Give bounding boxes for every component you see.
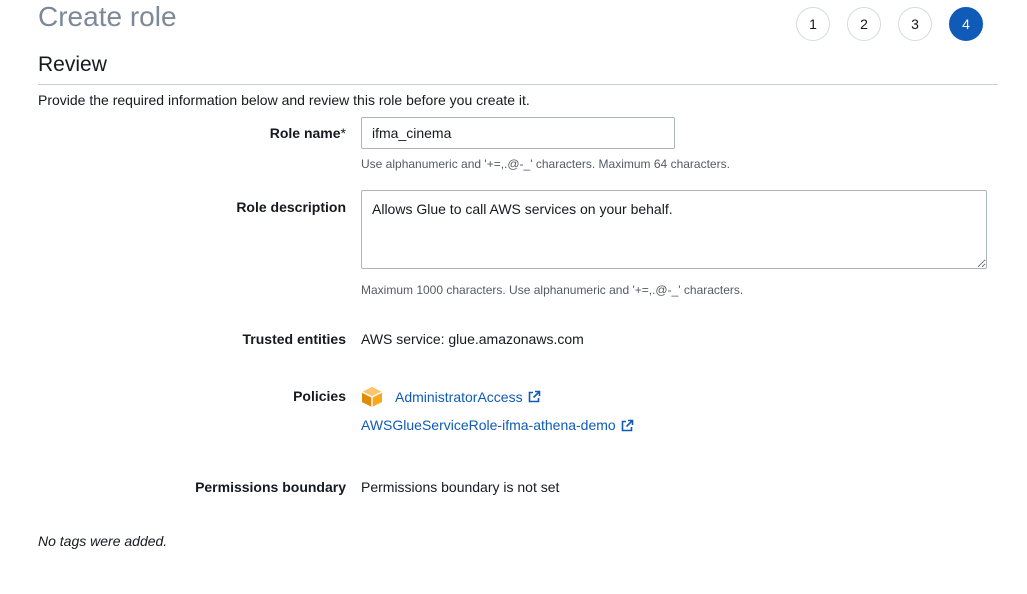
- role-name-hint: Use alphanumeric and '+=,.@-_' character…: [361, 157, 730, 171]
- role-description-hint: Maximum 1000 characters. Use alphanumeri…: [361, 283, 744, 297]
- section-divider: [38, 84, 998, 85]
- role-name-label: Role name*: [270, 125, 346, 142]
- required-mark: *: [340, 125, 346, 141]
- external-link-icon: [527, 390, 541, 404]
- role-description-label: Role description: [236, 199, 346, 215]
- step-2[interactable]: 2: [847, 7, 881, 41]
- section-intro: Provide the required information below a…: [38, 92, 530, 108]
- role-name-input[interactable]: [361, 117, 675, 149]
- role-name-label-text: Role name: [269, 125, 341, 141]
- glue-service-role-link-text: AWSGlueServiceRole-ifma-athena-demo: [361, 417, 616, 433]
- step-1[interactable]: 1: [796, 7, 830, 41]
- trusted-entities-value: AWS service: glue.amazonaws.com: [361, 331, 584, 347]
- aws-managed-policy-icon: [361, 386, 383, 408]
- policy-item-glue-service-role: AWSGlueServiceRole-ifma-athena-demo: [361, 417, 634, 434]
- role-description-textarea[interactable]: Allows Glue to call AWS services on your…: [361, 190, 987, 269]
- page-title: Create role: [38, 1, 177, 32]
- external-link-icon: [620, 419, 634, 433]
- trusted-entities-label: Trusted entities: [242, 331, 346, 347]
- step-3[interactable]: 3: [898, 7, 932, 41]
- permissions-boundary-label: Permissions boundary: [195, 479, 346, 495]
- administrator-access-link-text: AdministratorAccess: [395, 388, 523, 405]
- section-title: Review: [38, 53, 107, 76]
- create-role-review-page: Create role 1 2 3 4 Review Provide the r…: [0, 0, 1027, 594]
- administrator-access-link[interactable]: AdministratorAccess: [395, 389, 541, 406]
- no-tags-message: No tags were added.: [38, 533, 168, 549]
- step-4-current[interactable]: 4: [949, 7, 983, 41]
- glue-service-role-link[interactable]: AWSGlueServiceRole-ifma-athena-demo: [361, 417, 634, 434]
- permissions-boundary-value: Permissions boundary is not set: [361, 479, 560, 495]
- wizard-steps: 1 2 3 4: [796, 7, 983, 41]
- policies-label: Policies: [293, 388, 346, 404]
- policy-item-administrator-access: AdministratorAccess: [361, 386, 541, 408]
